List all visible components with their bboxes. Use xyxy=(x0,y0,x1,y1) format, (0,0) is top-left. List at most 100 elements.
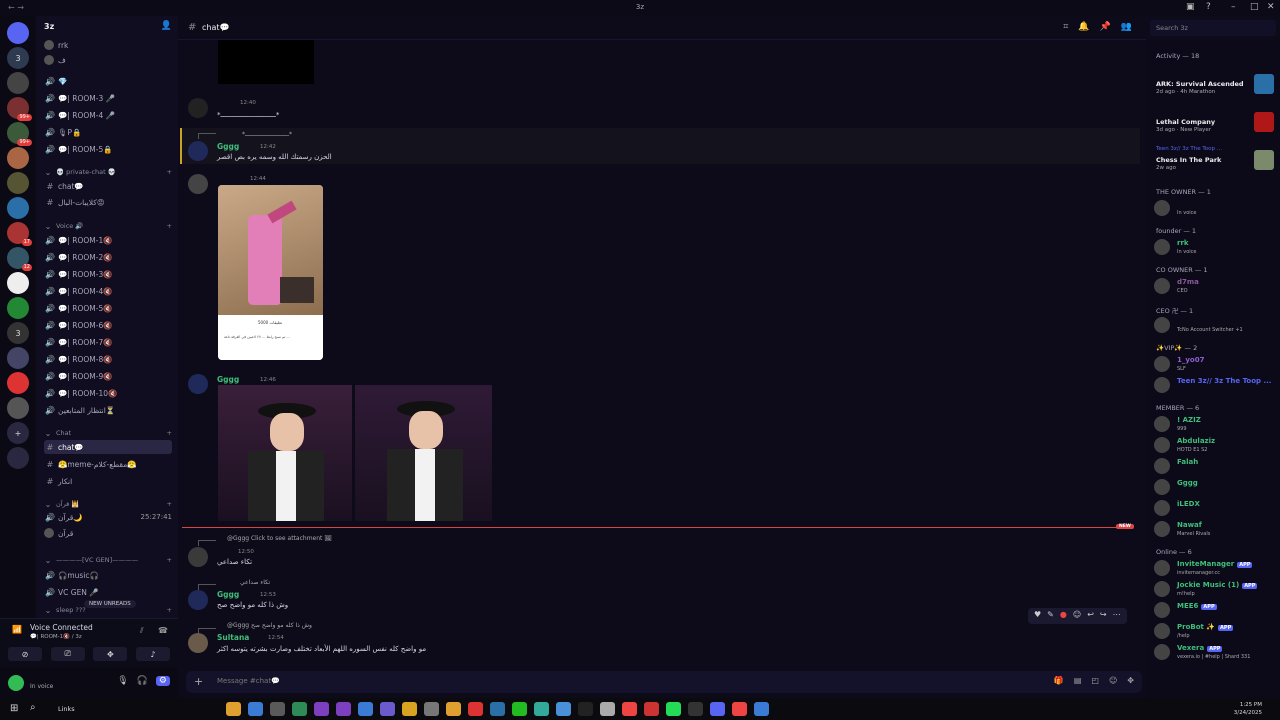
channel-category[interactable]: ⌄ قرآن 🕌 + xyxy=(42,497,172,511)
guild-name[interactable]: 3z xyxy=(44,22,54,31)
gift-icon[interactable]: 🎁 xyxy=(1054,676,1064,685)
avatar[interactable] xyxy=(188,547,208,567)
apps-icon[interactable]: ✥ xyxy=(1127,676,1134,685)
member-item[interactable]: d7ma CEO xyxy=(1154,276,1278,296)
server-icon[interactable] xyxy=(7,447,29,469)
reply-icon[interactable]: ↩ xyxy=(1087,610,1094,622)
server-icon[interactable]: 3 xyxy=(7,47,29,69)
member-item[interactable]: Teen 3z// 3z The Toop ... xyxy=(1154,375,1278,395)
add-channel-icon[interactable]: + xyxy=(167,556,172,564)
server-icon[interactable]: 12 xyxy=(7,247,32,271)
text-channel[interactable]: # chat💬 xyxy=(44,179,172,193)
taskbar-app-icon[interactable] xyxy=(622,702,637,716)
voice-channel[interactable]: 🔊 💬| ROOM-6🔇 xyxy=(44,318,172,332)
voice-channel[interactable]: 🔊 💬| ROOM-8🔇 xyxy=(44,352,172,366)
taskbar-app-icon[interactable] xyxy=(424,702,439,716)
game-cover-icon[interactable] xyxy=(1254,112,1274,132)
add-channel-icon[interactable]: + xyxy=(167,500,172,508)
add-channel-icon[interactable]: + xyxy=(167,429,172,437)
voice-channel[interactable]: 🔊 VC GEN 🎤 xyxy=(44,585,172,599)
taskbar-app-icon[interactable] xyxy=(688,702,703,716)
activity-header[interactable]: Activity — 18 xyxy=(1156,52,1199,60)
voice-channel[interactable]: 🔊 💎 xyxy=(44,74,172,88)
message-username[interactable]: Gggg xyxy=(217,590,239,599)
voice-channel[interactable]: 🔊 💬| ROOM-2🔇 xyxy=(44,250,172,264)
voice-channel[interactable]: 🔊 انتظار المتابعين⏳ xyxy=(44,403,172,417)
message-input[interactable]: Message #chat💬 xyxy=(217,677,280,685)
message-username[interactable]: Gggg xyxy=(217,375,239,384)
server-icon[interactable] xyxy=(7,347,29,369)
member-item[interactable]: 1_yo07 SLF xyxy=(1154,354,1278,374)
taskbar-app-icon[interactable] xyxy=(754,702,769,716)
taskbar-app-icon[interactable] xyxy=(666,702,681,716)
taskbar-app-icon[interactable] xyxy=(534,702,549,716)
voice-channel[interactable]: 🔊 💬| ROOM-3 🎤 xyxy=(44,91,172,105)
reply-preview[interactable]: *ـــــــــــــــــــــــــ* xyxy=(242,131,292,138)
server-icon[interactable]: 3 xyxy=(7,322,29,344)
voice-channel[interactable]: 🔊 🎙P🔒 xyxy=(44,125,172,139)
avatar[interactable] xyxy=(188,141,208,161)
add-attachment-icon[interactable]: + xyxy=(194,675,203,688)
channel-category[interactable]: ⌄ Chat + xyxy=(42,426,172,440)
member-item[interactable]: rrk In voice xyxy=(1154,237,1278,257)
member-item[interactable]: Vexera APP vexera.io | #help | Shard 331 xyxy=(1154,642,1278,662)
links-label[interactable]: Links xyxy=(58,705,75,713)
taskbar-app-icon[interactable] xyxy=(446,702,461,716)
text-channel[interactable]: # chat💬 xyxy=(44,440,172,454)
server-icon[interactable] xyxy=(7,72,29,94)
pin-icon[interactable]: 📌 xyxy=(1100,22,1111,32)
voice-channel-name[interactable]: 💬| ROOM-1🔇 / 3z xyxy=(30,634,82,640)
server-icon[interactable]: 17 xyxy=(7,222,32,246)
server-icon[interactable]: 99+ xyxy=(7,122,32,146)
discord-home-icon[interactable] xyxy=(7,22,29,44)
image-attachment[interactable]: 5000 تعليقات تم نسخ رابط ... ٢٧ لاعبين ف… xyxy=(218,185,323,360)
taskbar-app-icon[interactable] xyxy=(336,702,351,716)
member-item[interactable]: Abdulaziz HOTD E1 S2 xyxy=(1154,435,1278,455)
add-reaction-icon[interactable]: ☺ xyxy=(1073,610,1081,622)
reply-preview[interactable]: @Gggg وش ذا كله مو واضح صح xyxy=(227,622,312,629)
taskbar-app-icon[interactable] xyxy=(292,702,307,716)
member-item[interactable]: Nawaf Marvel Rivals xyxy=(1154,519,1278,539)
avatar[interactable] xyxy=(8,675,24,691)
taskbar-app-icon[interactable] xyxy=(600,702,615,716)
inbox-icon[interactable]: ▣ xyxy=(1186,2,1195,12)
avatar[interactable] xyxy=(188,98,208,118)
add-channel-icon[interactable]: + xyxy=(167,606,172,614)
taskbar-app-icon[interactable] xyxy=(556,702,571,716)
add-member-icon[interactable]: 👤 xyxy=(161,21,172,31)
taskbar-app-icon[interactable] xyxy=(358,702,373,716)
voice-member[interactable]: ف xyxy=(44,53,172,67)
text-channel[interactable]: # 😤meme-مقطع-كلام😤 xyxy=(44,457,172,471)
forward-icon[interactable]: ↪ xyxy=(1100,610,1107,622)
game-cover-icon[interactable] xyxy=(1254,74,1274,94)
voice-channel[interactable]: 🔊 🎧music🎧 xyxy=(44,568,172,582)
image-attachment[interactable] xyxy=(218,40,314,84)
edit-icon[interactable]: ✎ xyxy=(1047,610,1054,622)
threads-icon[interactable]: ⌗ xyxy=(1063,22,1068,32)
avatar[interactable] xyxy=(188,590,208,610)
search-input[interactable]: Search 3z xyxy=(1150,20,1276,36)
taskbar-app-icon[interactable] xyxy=(578,702,593,716)
taskbar-app-icon[interactable] xyxy=(248,702,263,716)
server-icon[interactable]: + xyxy=(7,422,29,444)
avatar[interactable] xyxy=(188,374,208,394)
members-icon[interactable]: 👥 xyxy=(1121,22,1132,32)
voice-channel[interactable]: 🔊 💬| ROOM-7🔇 xyxy=(44,335,172,349)
server-icon[interactable] xyxy=(7,372,29,394)
taskbar-app-icon[interactable] xyxy=(468,702,483,716)
taskbar-app-icon[interactable] xyxy=(710,702,725,716)
voice-channel[interactable]: 🔊 💬| ROOM-5🔒 xyxy=(44,142,172,156)
gear-icon[interactable]: ⚙ xyxy=(155,676,170,686)
taskbar-app-icon[interactable] xyxy=(314,702,329,716)
taskbar-app-icon[interactable] xyxy=(490,702,505,716)
taskbar-app-icon[interactable] xyxy=(512,702,527,716)
voice-member[interactable]: قرآن xyxy=(44,526,172,540)
voice-channel[interactable]: 🔊 💬| ROOM-5🔇 xyxy=(44,301,172,315)
voice-channel[interactable]: 🔊 💬| ROOM-4 🎤 xyxy=(44,108,172,122)
game-cover-icon[interactable] xyxy=(1254,150,1274,170)
microphone-icon[interactable]: 🎙 xyxy=(117,676,128,686)
minimize-button[interactable]: – xyxy=(1231,2,1236,12)
close-button[interactable]: ✕ xyxy=(1267,2,1275,12)
server-icon[interactable]: 99+ xyxy=(7,97,32,121)
voice-channel[interactable]: 🔊 💬| ROOM-10🔇 xyxy=(44,386,172,400)
